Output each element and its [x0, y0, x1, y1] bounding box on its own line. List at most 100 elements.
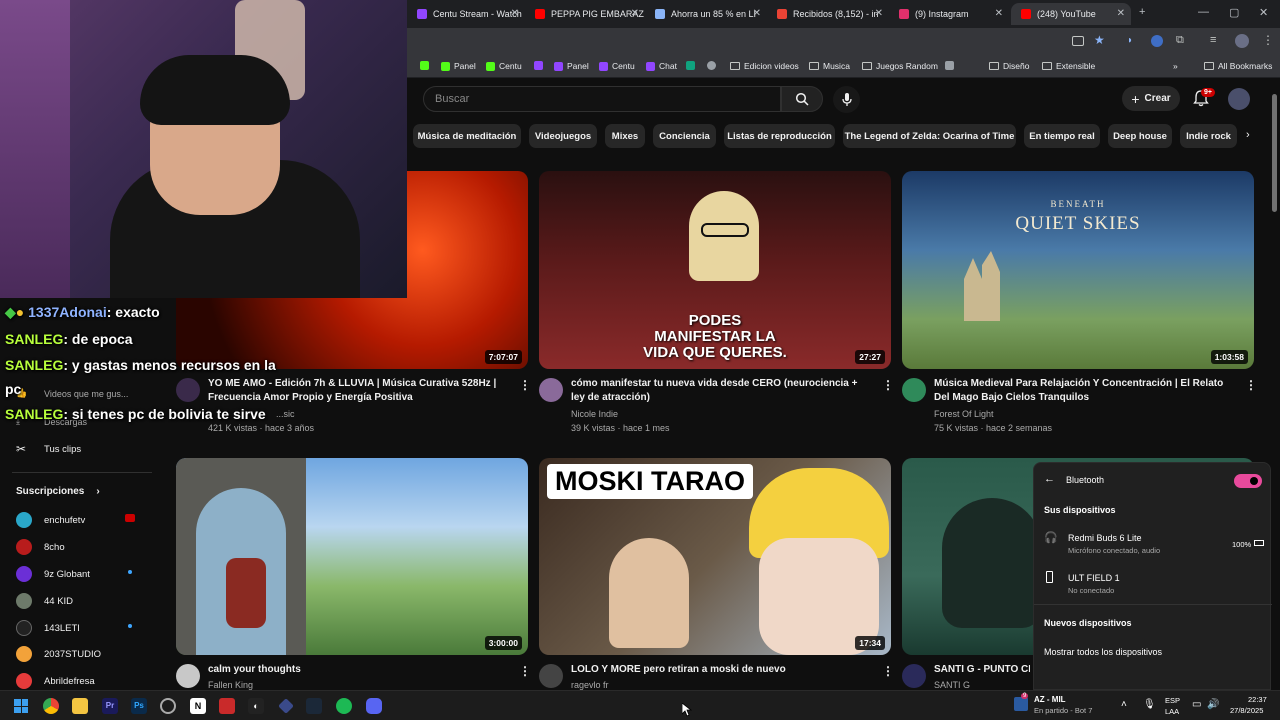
bluetooth-toggle[interactable] — [1234, 474, 1262, 488]
more-options-icon[interactable]: ⋮ — [882, 378, 894, 392]
photoshop-icon[interactable]: Ps — [131, 698, 147, 714]
close-icon[interactable]: ✕ — [1117, 8, 1125, 19]
windows-start-icon[interactable] — [14, 699, 28, 713]
minimize-icon[interactable]: — — [1198, 6, 1209, 18]
more-options-icon[interactable]: ⋮ — [519, 664, 531, 678]
bookmark-folder[interactable]: Juegos Random — [862, 61, 938, 71]
create-button[interactable]: + Crear — [1122, 86, 1180, 111]
browser-tab-active[interactable]: (248) YouTube ✕ — [1011, 3, 1131, 25]
scrollbar-thumb[interactable] — [1272, 94, 1277, 212]
language-indicator[interactable]: ESP — [1165, 696, 1180, 705]
channel-avatar[interactable] — [902, 378, 926, 402]
close-icon[interactable]: ✕ — [875, 8, 883, 19]
sidebar-sub-item[interactable]: 9z Globant — [16, 566, 90, 582]
close-icon[interactable]: ✕ — [995, 8, 1003, 19]
bookmark[interactable] — [686, 61, 695, 70]
puzzle-icon[interactable]: ⧉ — [1176, 34, 1184, 47]
bookmark[interactable]: Centu — [486, 61, 522, 71]
channel-avatar[interactable] — [176, 664, 200, 688]
star-icon[interactable]: ★ — [1094, 33, 1105, 47]
bookmark[interactable]: Panel — [441, 61, 476, 71]
bookmark-folder[interactable]: Diseño — [989, 61, 1029, 71]
bookmark[interactable]: Chat — [646, 61, 677, 71]
notion-icon[interactable]: N — [190, 698, 206, 714]
sidebar-sub-item[interactable]: 8cho — [16, 539, 65, 555]
bookmark-kick[interactable] — [420, 61, 429, 70]
bookmark-folder[interactable]: Musica — [809, 61, 850, 71]
chip[interactable]: Indie rock — [1180, 124, 1237, 148]
subscriptions-header[interactable]: Suscripciones › — [16, 486, 100, 497]
video-title[interactable]: Música Medieval Para Relajación Y Concen… — [934, 377, 1234, 405]
chip[interactable]: Conciencia — [653, 124, 716, 148]
menu-dots-icon[interactable]: ⋮ — [1262, 33, 1274, 47]
video-thumbnail[interactable]: BENEATH QUIET SKIES 1:03:58 — [902, 171, 1254, 369]
obs-icon[interactable] — [160, 698, 176, 714]
spotify-icon[interactable] — [336, 698, 352, 714]
maximize-icon[interactable]: ▢ — [1229, 6, 1239, 19]
app-icon[interactable] — [219, 698, 235, 714]
chip[interactable]: Música de meditación — [413, 124, 521, 148]
app-icon[interactable] — [278, 698, 294, 714]
video-thumbnail[interactable]: PODES MANIFESTAR LA VIDA QUE QUERES. 27:… — [539, 171, 891, 369]
chevron-right-icon[interactable]: › — [1246, 129, 1250, 141]
video-thumbnail[interactable]: MOSKI TARAO 17:34 — [539, 458, 891, 655]
bookmark[interactable] — [945, 61, 954, 70]
file-explorer-icon[interactable] — [72, 698, 88, 714]
capcut-icon[interactable]: ◐ — [248, 698, 264, 714]
more-bookmarks-icon[interactable]: » — [1173, 61, 1178, 71]
channel-name[interactable]: Fallen King — [208, 680, 253, 690]
more-options-icon[interactable]: ⋮ — [519, 378, 531, 392]
channel-avatar[interactable] — [539, 664, 563, 688]
channel-name[interactable]: Nicole Indie — [571, 409, 618, 419]
sidebar-sub-item[interactable]: Abrildefresa — [16, 673, 95, 689]
chevron-up-icon[interactable]: ˄ — [1121, 699, 1127, 710]
cast-icon[interactable] — [1072, 36, 1084, 46]
extension-icon[interactable]: ◗ — [1127, 35, 1133, 46]
back-arrow-icon[interactable]: ← — [1044, 473, 1055, 485]
bookmark-folder[interactable]: Extensible — [1042, 61, 1095, 71]
channel-name[interactable]: ragevlo fr — [571, 680, 609, 690]
chip[interactable]: Listas de reproducción — [724, 124, 835, 148]
reading-list-icon[interactable]: ≡ — [1210, 34, 1216, 46]
microphone-icon[interactable]: 🎙 — [1143, 699, 1156, 710]
browser-tab[interactable]: Ahorra un 85 % en LI ✕ — [645, 3, 767, 25]
video-thumbnail[interactable]: 3:00:00 — [176, 458, 528, 655]
close-icon[interactable]: ✕ — [631, 8, 639, 19]
chip[interactable]: Deep house — [1108, 124, 1172, 148]
close-window-icon[interactable]: ✕ — [1259, 6, 1268, 19]
bookmark-folder[interactable]: Edicion videos — [730, 61, 799, 71]
search-input[interactable]: Buscar — [423, 86, 781, 112]
network-icon[interactable]: ▭ — [1192, 699, 1201, 710]
sidebar-sub-item[interactable]: 44 KID — [16, 593, 73, 609]
premiere-icon[interactable]: Pr — [102, 698, 118, 714]
channel-name[interactable]: SANTI G — [934, 680, 970, 690]
chip[interactable]: The Legend of Zelda: Ocarina of Time — [843, 124, 1016, 148]
game-icon[interactable] — [1014, 697, 1028, 711]
sidebar-sub-item[interactable]: 143LETI — [16, 620, 80, 636]
close-icon[interactable]: ✕ — [511, 8, 519, 19]
close-icon[interactable]: ✕ — [753, 8, 761, 19]
video-title[interactable]: cómo manifestar tu nueva vida desde CERO… — [571, 377, 871, 405]
clock-time[interactable]: 22:37 — [1248, 695, 1267, 704]
channel-name[interactable]: Forest Of Light — [934, 409, 994, 419]
device-name[interactable]: Redmi Buds 6 Lite — [1068, 533, 1142, 543]
sidebar-sub-item[interactable]: 2037STUDIO — [16, 646, 101, 662]
browser-tab[interactable]: (9) Instagram ✕ — [889, 3, 1009, 25]
extension-icon[interactable] — [1151, 35, 1163, 47]
more-options-icon[interactable]: ⋮ — [882, 664, 894, 678]
bookmark[interactable]: Panel — [554, 61, 589, 71]
chip[interactable]: Videojuegos — [529, 124, 597, 148]
search-button[interactable] — [781, 86, 823, 112]
bookmark[interactable]: Centu — [599, 61, 635, 71]
browser-tab[interactable]: Centu Stream - Watch ✕ — [407, 3, 525, 25]
video-title[interactable]: SANTI G - PUNTO CI — [934, 663, 1030, 677]
bookmark[interactable] — [707, 61, 716, 70]
more-options-icon[interactable]: ⋮ — [1245, 378, 1257, 392]
chip[interactable]: Mixes — [605, 124, 645, 148]
chip[interactable]: En tiempo real — [1024, 124, 1100, 148]
sidebar-item-clips[interactable]: ✂ Tus clips — [16, 442, 81, 456]
show-all-devices-link[interactable]: Mostrar todos los dispositivos — [1044, 647, 1162, 657]
volume-icon[interactable]: 🔊 — [1207, 699, 1219, 710]
voice-search-button[interactable] — [833, 86, 860, 113]
new-tab-icon[interactable]: + — [1139, 6, 1145, 18]
